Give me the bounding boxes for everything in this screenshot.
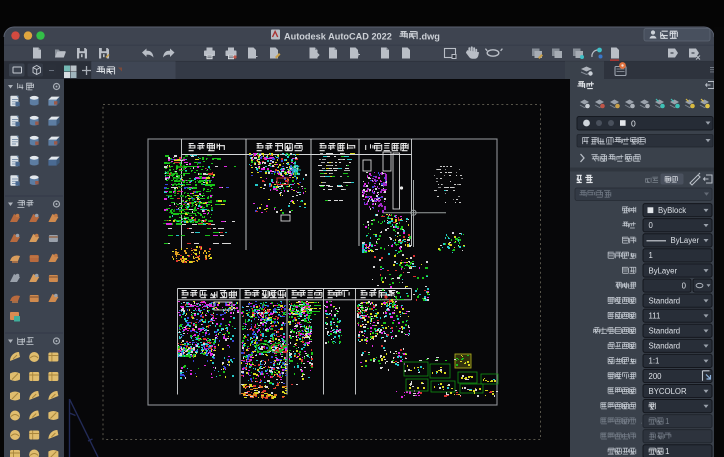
svg-text:Standard: Standard [649, 327, 681, 336]
svg-text:0: 0 [682, 281, 687, 290]
svg-text:1:1: 1:1 [649, 357, 660, 366]
svg-text:Standard: Standard [649, 342, 681, 351]
svg-text:200: 200 [649, 372, 663, 381]
svg-text:ByLayer: ByLayer [671, 236, 700, 245]
svg-text:BYCOLOR: BYCOLOR [649, 387, 687, 396]
svg-text:.dwg: .dwg [419, 31, 440, 41]
svg-text:Standard: Standard [649, 296, 681, 305]
svg-text:1: 1 [665, 417, 669, 426]
svg-text:ByLayer: ByLayer [649, 266, 678, 275]
svg-text:ByBlock: ByBlock [658, 206, 686, 215]
svg-text:Autodesk AutoCAD 2022: Autodesk AutoCAD 2022 [284, 31, 392, 41]
svg-text:0: 0 [631, 118, 636, 128]
svg-text:0: 0 [649, 221, 654, 230]
svg-text:111: 111 [649, 311, 661, 320]
svg-text:1: 1 [649, 251, 653, 260]
svg-text:1: 1 [665, 447, 669, 456]
